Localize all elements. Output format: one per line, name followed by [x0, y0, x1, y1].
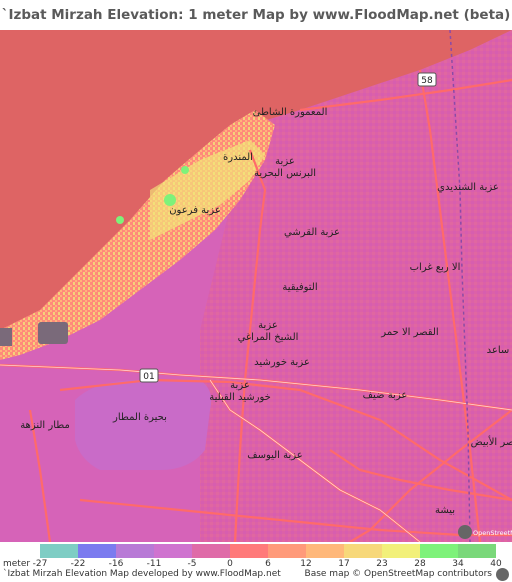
legend-tick-label: -22: [70, 559, 86, 569]
svg-text:01: 01: [143, 372, 154, 382]
legend-tick-label: -16: [108, 559, 124, 569]
legend-unit: meter: [3, 559, 31, 569]
built-block: [0, 328, 12, 346]
place-label: التوفيقية: [282, 282, 317, 293]
place-label: البرنس البحرية: [254, 168, 316, 179]
place-label: عزبة ضيف: [363, 390, 408, 401]
place-label: بيشة: [435, 505, 455, 516]
place-label: عزبة فرعون: [169, 205, 221, 216]
legend-swatches: [40, 544, 496, 558]
map-canvas: المعمورة الشاطئ المندرة عزبة البرنس البح…: [0, 30, 512, 542]
legend-tick-label: 23: [376, 559, 388, 569]
legend-swatch: [230, 544, 268, 558]
svg-text:58: 58: [421, 76, 433, 86]
legend-swatch: [116, 544, 154, 558]
place-label: بحيرة المطار: [112, 412, 167, 423]
svg-text:OpenStreetMap: OpenStreetMap: [473, 529, 512, 537]
legend-tick-label: 34: [452, 559, 464, 569]
legend-tick-label: -5: [187, 559, 197, 569]
place-label: ساعد: [487, 345, 510, 356]
place-label: خورشيد القبلية: [209, 392, 271, 403]
elevation-map[interactable]: المعمورة الشاطئ المندرة عزبة البرنس البح…: [0, 30, 512, 542]
road-shield: 01: [139, 368, 159, 383]
osm-icon: [496, 568, 509, 581]
green-patch: [181, 166, 189, 174]
place-label: الشيخ المراغي: [238, 332, 299, 343]
place-label: قصر الأبيض: [471, 435, 512, 448]
place-label: عزبة القرشي: [284, 227, 340, 238]
place-label: مطار النزهة: [20, 420, 70, 431]
legend-tick-label: 6: [265, 559, 271, 569]
footer-attribution: Base map © OpenStreetMap contributors: [304, 569, 492, 579]
osm-logo: OpenStreetMap: [457, 522, 512, 542]
legend-tick-label: -27: [32, 559, 48, 569]
legend-swatch: [154, 544, 192, 558]
legend-swatch: [458, 544, 496, 558]
legend-swatch: [40, 544, 78, 558]
built-block: [38, 322, 68, 344]
map-title: `Izbat Mirzah Elevation: 1 meter Map by …: [1, 7, 511, 23]
place-label: المعمورة الشاطئ: [253, 107, 328, 118]
place-label: عزبة اليوسف: [247, 450, 303, 461]
legend-tick-label: 12: [300, 559, 312, 569]
legend-swatch: [382, 544, 420, 558]
legend-tick-label: 0: [227, 559, 233, 569]
place-label: عزبة: [230, 380, 250, 391]
legend-swatch: [306, 544, 344, 558]
footer-credit: `Izbat Mirzah Elevation Map developed by…: [3, 569, 281, 579]
place-label: المندرة: [223, 152, 253, 163]
legend-swatch: [420, 544, 458, 558]
legend-tick-label: -11: [146, 559, 162, 569]
legend-swatch: [268, 544, 306, 558]
place-label: عزبة الشنديدي: [437, 182, 499, 193]
place-label: القصر الا حمر: [380, 327, 438, 338]
place-label: عزبة: [275, 156, 295, 167]
road-shield: 58: [417, 72, 437, 87]
place-label: عزبة: [258, 320, 278, 331]
legend-tick-label: 17: [338, 559, 350, 569]
footer: `Izbat Mirzah Elevation Map developed by…: [0, 568, 512, 582]
legend-tick-label: 28: [414, 559, 426, 569]
green-patch: [116, 216, 124, 224]
place-label: الا ربع غراب: [410, 262, 461, 273]
airport-lake: [75, 380, 212, 470]
place-label: عزبة خورشيد: [254, 357, 310, 368]
legend-swatch: [192, 544, 230, 558]
legend-swatch: [344, 544, 382, 558]
legend-swatch: [78, 544, 116, 558]
